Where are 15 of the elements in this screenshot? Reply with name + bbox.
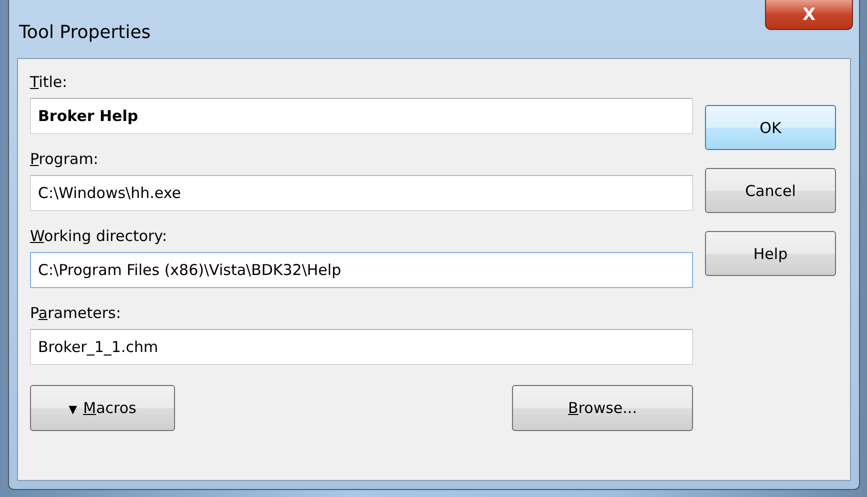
text-field[interactable]: C:\Program Files (x86)\Vista\BDK32\Help <box>30 252 693 288</box>
text-field[interactable]: C:\Windows\hh.exe <box>30 175 693 211</box>
field-label: Title: <box>30 73 68 91</box>
browse-button[interactable]: Browse... <box>512 385 693 431</box>
dialog-button[interactable]: Cancel <box>705 168 836 213</box>
field-label: Working directory: <box>30 227 168 245</box>
text-field[interactable]: Broker_1_1.chm <box>30 329 693 365</box>
field-label: Program: <box>30 150 100 168</box>
text-field[interactable]: Broker Help <box>30 98 693 134</box>
close-button[interactable]: X <box>765 0 853 30</box>
dialog-button[interactable]: OK <box>705 105 836 150</box>
field-label: Parameters: <box>30 304 122 322</box>
macros-button[interactable]: ▼ Macros <box>30 385 175 431</box>
dialog-button[interactable]: Help <box>705 231 836 276</box>
window-title: Tool Properties <box>19 22 151 43</box>
